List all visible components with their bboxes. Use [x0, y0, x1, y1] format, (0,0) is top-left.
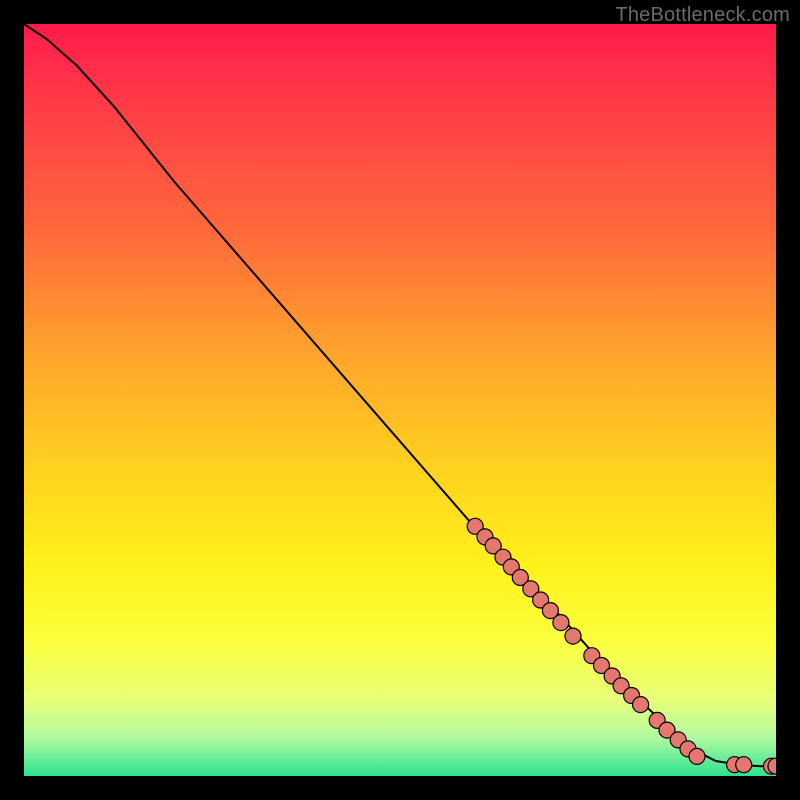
- chart-svg: [0, 0, 800, 800]
- data-point: [633, 697, 649, 713]
- attribution-label: TheBottleneck.com: [615, 4, 790, 27]
- gradient-background: [24, 24, 776, 776]
- data-point: [768, 758, 784, 774]
- chart-stage: TheBottleneck.com: [0, 0, 800, 800]
- data-point: [736, 757, 752, 773]
- data-point: [553, 615, 569, 631]
- data-point: [689, 748, 705, 764]
- data-point: [565, 628, 581, 644]
